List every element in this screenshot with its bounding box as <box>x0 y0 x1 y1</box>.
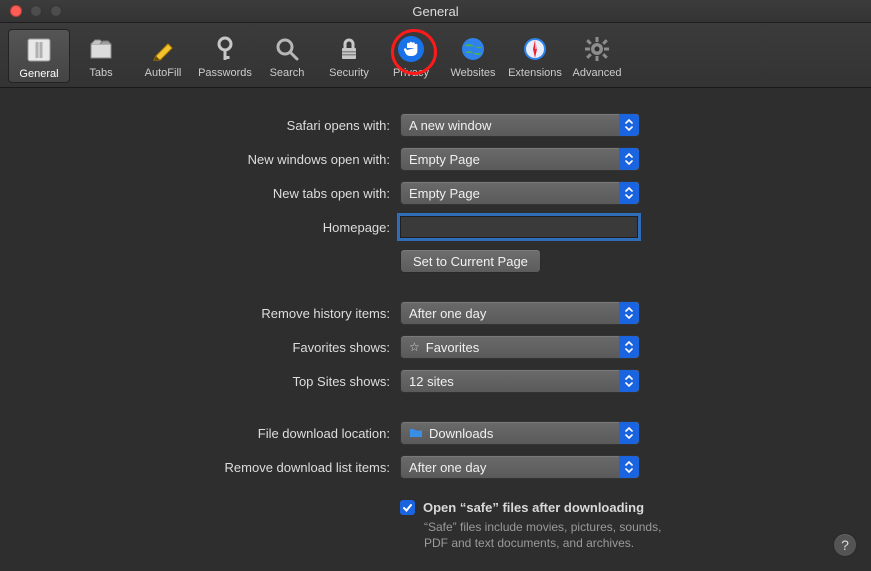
globe-icon <box>460 36 486 62</box>
popup-download-value: Downloads <box>429 426 493 441</box>
toolbar-label-autofill: AutoFill <box>145 67 182 79</box>
label-topsites-shows: Top Sites shows: <box>0 374 400 389</box>
toolbar-item-passwords[interactable]: Passwords <box>194 29 256 83</box>
autofill-icon <box>150 36 176 62</box>
chevron-updown-icon <box>619 370 639 392</box>
toolbar-label-general: General <box>19 68 58 80</box>
toolbar-item-search[interactable]: Search <box>256 29 318 83</box>
toolbar-item-general[interactable]: General <box>8 29 70 83</box>
toolbar-item-security[interactable]: Security <box>318 29 380 83</box>
set-current-page-label: Set to Current Page <box>413 254 528 269</box>
toolbar-label-search: Search <box>270 67 305 79</box>
chevron-updown-icon <box>619 422 639 444</box>
minimize-window-button[interactable] <box>30 5 42 17</box>
prefs-toolbar: General Tabs AutoFill <box>0 23 871 88</box>
popup-opens-with[interactable]: A new window <box>400 113 640 137</box>
hand-icon <box>397 35 425 63</box>
toolbar-item-privacy[interactable]: Privacy <box>380 29 442 83</box>
popup-new-tabs-value: Empty Page <box>409 186 480 201</box>
popup-favorites-value: Favorites <box>426 340 479 355</box>
window-title: General <box>0 4 871 19</box>
open-safe-label: Open “safe” files after downloading <box>423 500 644 515</box>
popup-remove-history[interactable]: After one day <box>400 301 640 325</box>
label-new-windows: New windows open with: <box>0 152 400 167</box>
popup-opens-with-value: A new window <box>409 118 491 133</box>
close-window-button[interactable] <box>10 5 22 17</box>
general-icon <box>26 37 52 63</box>
key-icon <box>212 36 238 62</box>
toolbar-item-extensions[interactable]: Extensions <box>504 29 566 83</box>
homepage-input[interactable] <box>400 216 638 238</box>
toolbar-label-websites: Websites <box>450 67 495 79</box>
label-download-location: File download location: <box>0 426 400 441</box>
open-safe-description: “Safe” files include movies, pictures, s… <box>424 519 684 551</box>
popup-new-tabs[interactable]: Empty Page <box>400 181 640 205</box>
toolbar-label-privacy: Privacy <box>393 67 429 79</box>
toolbar-label-security: Security <box>329 67 369 79</box>
titlebar: General <box>0 0 871 23</box>
chevron-updown-icon <box>619 302 639 324</box>
open-safe-row[interactable]: Open “safe” files after downloading <box>400 500 871 515</box>
popup-new-windows-value: Empty Page <box>409 152 480 167</box>
set-current-page-button[interactable]: Set to Current Page <box>400 249 541 273</box>
toolbar-item-websites[interactable]: Websites <box>442 29 504 83</box>
popup-remove-history-value: After one day <box>409 306 486 321</box>
label-new-tabs: New tabs open with: <box>0 186 400 201</box>
toolbar-label-passwords: Passwords <box>198 67 252 79</box>
toolbar-label-advanced: Advanced <box>573 67 622 79</box>
chevron-updown-icon <box>619 114 639 136</box>
popup-remove-downloads-value: After one day <box>409 460 486 475</box>
toolbar-item-advanced[interactable]: Advanced <box>566 29 628 83</box>
general-pane: Safari opens with: A new window New wind… <box>0 88 871 551</box>
popup-topsites-value: 12 sites <box>409 374 454 389</box>
label-favorites-shows: Favorites shows: <box>0 340 400 355</box>
search-icon <box>274 36 300 62</box>
toolbar-item-autofill[interactable]: AutoFill <box>132 29 194 83</box>
popup-topsites-shows[interactable]: 12 sites <box>400 369 640 393</box>
toolbar-item-tabs[interactable]: Tabs <box>70 29 132 83</box>
toolbar-label-extensions: Extensions <box>508 67 562 79</box>
compass-icon <box>522 36 548 62</box>
label-remove-downloads: Remove download list items: <box>0 460 400 475</box>
toolbar-label-tabs: Tabs <box>89 67 112 79</box>
popup-download-location[interactable]: Downloads <box>400 421 640 445</box>
label-homepage: Homepage: <box>0 220 400 235</box>
popup-favorites-shows[interactable]: ☆ Favorites <box>400 335 640 359</box>
zoom-window-button[interactable] <box>50 5 62 17</box>
folder-icon <box>409 426 423 441</box>
lock-icon <box>336 36 362 62</box>
tabs-icon <box>88 36 114 62</box>
open-safe-checkbox[interactable] <box>400 500 415 515</box>
gear-icon <box>584 36 610 62</box>
chevron-updown-icon <box>619 148 639 170</box>
help-icon: ? <box>841 537 849 553</box>
popup-remove-downloads[interactable]: After one day <box>400 455 640 479</box>
chevron-updown-icon <box>619 456 639 478</box>
popup-new-windows[interactable]: Empty Page <box>400 147 640 171</box>
traffic-lights <box>10 5 62 17</box>
help-button[interactable]: ? <box>833 533 857 557</box>
chevron-updown-icon <box>619 336 639 358</box>
chevron-updown-icon <box>619 182 639 204</box>
label-opens-with: Safari opens with: <box>0 118 400 133</box>
star-icon: ☆ <box>409 340 420 354</box>
label-remove-history: Remove history items: <box>0 306 400 321</box>
